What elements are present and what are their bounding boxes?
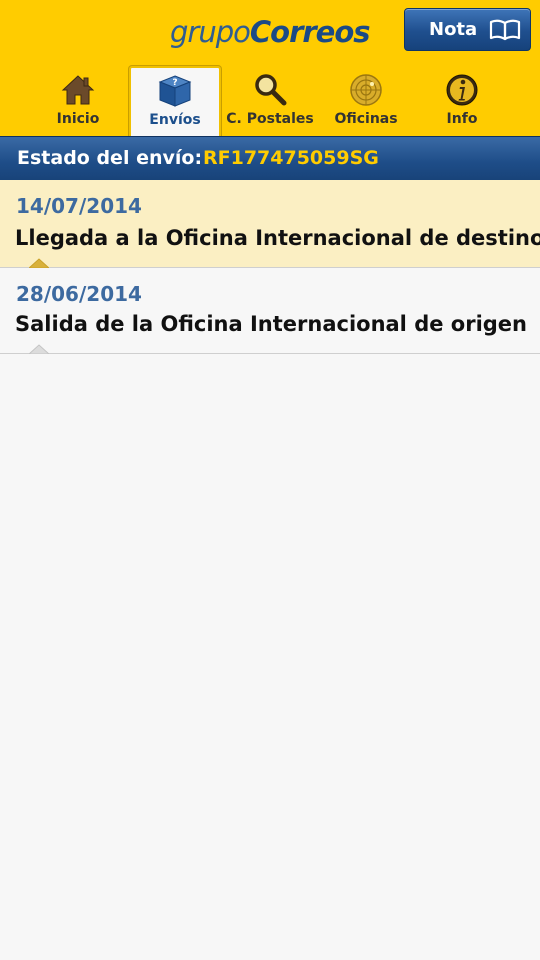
event-date: 28/06/2014 [16, 282, 142, 306]
tab-inicio-label: Inicio [56, 111, 100, 127]
main-tab-bar: Inicio ? Envíos C. Postales Oficinas Inf… [0, 66, 540, 136]
radar-icon [350, 74, 382, 106]
nota-button[interactable]: Nota [404, 8, 531, 51]
app-screen: grupoCorreos Nota Inicio ? Envíos C. Pos… [0, 0, 540, 960]
tracking-code: RF177475059SG [203, 147, 379, 169]
book-icon [489, 19, 521, 41]
tab-info[interactable]: Info [416, 66, 508, 136]
tab-codigos-postales-label: C. Postales [226, 111, 314, 127]
tab-info-label: Info [446, 111, 478, 127]
tab-envios[interactable]: ? Envíos [129, 66, 221, 136]
shipment-status-bar: Estado del envío: RF177475059SG [0, 136, 540, 180]
magnifier-icon [255, 74, 287, 106]
tracking-event[interactable]: 28/06/2014 Salida de la Oficina Internac… [0, 268, 540, 354]
status-title: Estado del envío: [17, 147, 203, 169]
event-date: 14/07/2014 [16, 194, 142, 218]
grupo-correos-logo: grupoCorreos [170, 12, 371, 52]
package-icon: ? [158, 75, 192, 107]
svg-text:?: ? [172, 78, 177, 88]
timeline-marker-icon [29, 344, 49, 354]
logo-text-correos: Correos [249, 15, 371, 49]
tracking-event[interactable]: 14/07/2014 Llegada a la Oficina Internac… [0, 180, 540, 268]
info-icon [446, 74, 478, 106]
tab-oficinas[interactable]: Oficinas [320, 66, 412, 136]
nota-button-label: Nota [429, 19, 478, 40]
event-description: Salida de la Oficina Internacional de or… [15, 312, 527, 336]
tab-codigos-postales[interactable]: C. Postales [224, 66, 316, 136]
timeline-marker-icon [29, 258, 49, 268]
logo-text-grupo: grupo [170, 15, 251, 49]
event-description: Llegada a la Oficina Internacional de de… [15, 226, 540, 250]
home-icon [61, 75, 95, 105]
tab-oficinas-label: Oficinas [334, 111, 398, 127]
tab-inicio[interactable]: Inicio [32, 66, 124, 136]
top-header: grupoCorreos Nota Inicio ? Envíos C. Pos… [0, 0, 540, 136]
tab-envios-label: Envíos [149, 112, 201, 128]
